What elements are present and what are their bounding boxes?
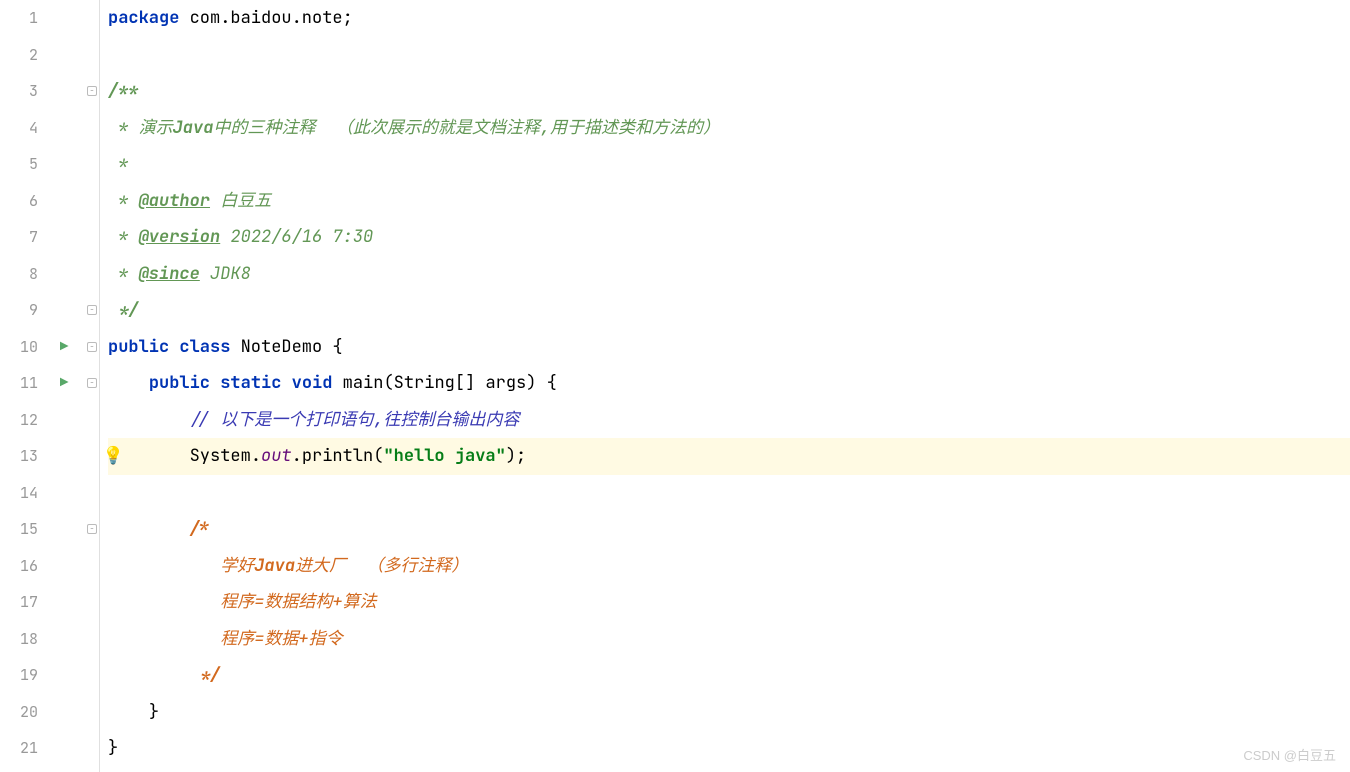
line-number: 10	[0, 337, 50, 357]
line-number: 15	[0, 519, 50, 539]
code-line: 程序=数据结构+算法	[108, 584, 1350, 621]
code-line: *	[108, 146, 1350, 183]
code-line: * 演示Java中的三种注释 （此次展示的就是文档注释,用于描述类和方法的）	[108, 110, 1350, 147]
code-line: }	[108, 730, 1350, 767]
watermark: CSDN @白豆五	[1243, 745, 1336, 764]
line-number: 6	[0, 191, 50, 211]
line-number: 18	[0, 629, 50, 649]
editor-container: 1 2 3− 4 5 6 7 8 9− 10▶− 11▶− 12 13💡 14 …	[0, 0, 1350, 772]
line-number: 7	[0, 227, 50, 247]
line-number: 21	[0, 738, 50, 758]
line-number: 19	[0, 665, 50, 685]
line-number: 12	[0, 410, 50, 430]
fold-marker-icon[interactable]: −	[87, 378, 97, 388]
code-line	[108, 37, 1350, 74]
code-line: System.out.println("hello java");	[108, 438, 1350, 475]
code-area[interactable]: package com.baidou.note; /** * 演示Java中的三…	[100, 0, 1350, 772]
code-line: /**	[108, 73, 1350, 110]
line-number: 5	[0, 154, 50, 174]
code-line: * @author 白豆五	[108, 183, 1350, 220]
line-number: 16	[0, 556, 50, 576]
fold-marker-icon[interactable]: −	[87, 524, 97, 534]
run-class-icon[interactable]: ▶	[60, 338, 68, 356]
code-line: * @since JDK8	[108, 256, 1350, 293]
code-line: 学好Java进大厂 （多行注释）	[108, 548, 1350, 585]
fold-marker-icon[interactable]: −	[87, 342, 97, 352]
code-line: public static void main(String[] args) {	[108, 365, 1350, 402]
code-line	[108, 475, 1350, 512]
line-number: 11	[0, 373, 50, 393]
code-line: // 以下是一个打印语句,往控制台输出内容	[108, 402, 1350, 439]
code-line: */	[108, 292, 1350, 329]
line-number: 3	[0, 81, 50, 101]
code-line: * @version 2022/6/16 7:30	[108, 219, 1350, 256]
code-line: package com.baidou.note;	[108, 0, 1350, 37]
gutter: 1 2 3− 4 5 6 7 8 9− 10▶− 11▶− 12 13💡 14 …	[0, 0, 100, 772]
line-number: 4	[0, 118, 50, 138]
intention-bulb-icon[interactable]: 💡	[103, 445, 124, 467]
line-number: 2	[0, 45, 50, 65]
line-number: 14	[0, 483, 50, 503]
run-method-icon[interactable]: ▶	[60, 374, 68, 392]
code-line: */	[108, 657, 1350, 694]
line-number: 13	[0, 446, 50, 466]
code-line: }	[108, 694, 1350, 731]
line-number: 8	[0, 264, 50, 284]
code-line: public class NoteDemo {	[108, 329, 1350, 366]
line-number: 20	[0, 702, 50, 722]
line-number: 9	[0, 300, 50, 320]
code-line: 程序=数据+指令	[108, 621, 1350, 658]
line-number: 1	[0, 8, 50, 28]
line-number: 17	[0, 592, 50, 612]
fold-marker-icon[interactable]: −	[87, 86, 97, 96]
code-line: /*	[108, 511, 1350, 548]
fold-marker-icon[interactable]: −	[87, 305, 97, 315]
